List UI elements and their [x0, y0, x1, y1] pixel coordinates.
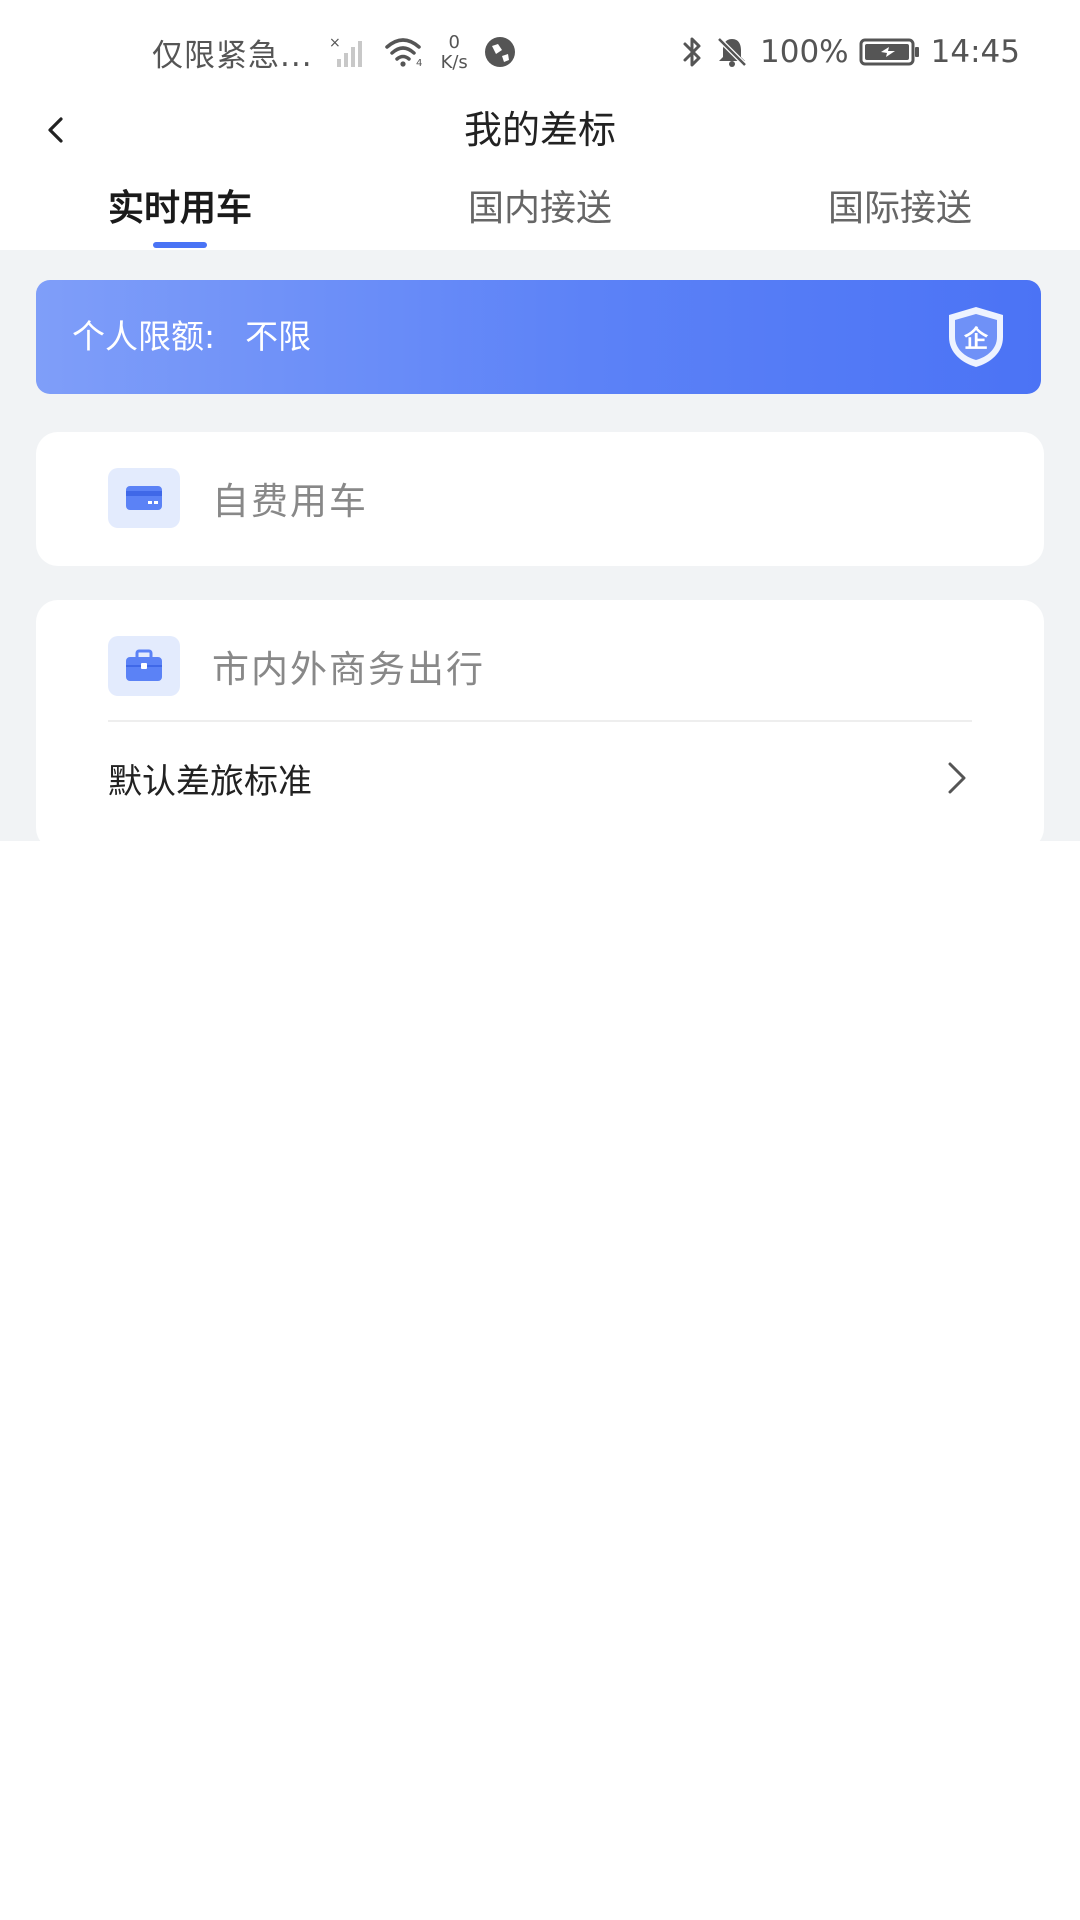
chevron-left-icon	[48, 117, 63, 143]
net-speed-value: 0	[448, 32, 460, 53]
self-pay-card[interactable]: 自费用车	[36, 432, 1044, 566]
status-bar-right: 100% 14:45	[680, 28, 1020, 76]
credit-card-icon	[108, 468, 180, 528]
tab-domestic-transfer[interactable]: 国内接送	[420, 178, 660, 240]
self-pay-card-head: 自费用车	[108, 468, 368, 528]
personal-limit-text: 个人限额: 不限	[72, 280, 311, 394]
personal-limit-value: 不限	[245, 317, 312, 356]
battery-percent: 100%	[760, 34, 849, 70]
business-travel-title: 市内外商务出行	[212, 648, 485, 691]
tab-international-transfer[interactable]: 国际接送	[780, 178, 1020, 240]
nav-bar: 我的差标	[0, 100, 1080, 160]
carrier-text: 仅限紧急...	[152, 37, 313, 74]
wifi-icon: 4	[383, 35, 427, 69]
active-tab-indicator	[153, 242, 207, 248]
svg-text:4: 4	[416, 58, 422, 69]
briefcase-icon	[108, 636, 180, 696]
content-area: 个人限额: 不限 企 自费用车 市内外商务出行 默认差旅标准	[0, 250, 1080, 850]
tab-realtime[interactable]: 实时用车	[60, 178, 300, 240]
cellular-signal-icon: ×	[327, 35, 369, 69]
personal-limit-label: 个人限额:	[72, 317, 216, 356]
status-bar-left: 仅限紧急... × 4 0 K/s	[152, 28, 518, 76]
back-button[interactable]	[28, 102, 84, 158]
default-travel-standard-row[interactable]: 默认差旅标准	[108, 726, 972, 830]
chevron-right-icon	[942, 756, 972, 800]
self-pay-title: 自费用车	[212, 480, 368, 523]
card-divider	[108, 720, 972, 722]
personal-limit-banner: 个人限额: 不限 企	[36, 280, 1041, 394]
default-travel-standard-label: 默认差旅标准	[108, 761, 312, 802]
business-travel-card-head: 市内外商务出行	[108, 636, 485, 696]
svg-text:×: ×	[329, 35, 341, 51]
bluetooth-icon	[680, 34, 704, 70]
tab-bar: 实时用车 国内接送 国际接送	[0, 178, 1080, 250]
net-speed-unit: K/s	[440, 52, 468, 73]
clock-time: 14:45	[930, 34, 1020, 70]
net-speed: 0 K/s	[441, 33, 468, 73]
business-travel-card: 市内外商务出行 默认差旅标准	[36, 600, 1044, 850]
battery-charging-icon	[859, 37, 921, 67]
enterprise-shield-icon: 企	[945, 305, 1007, 369]
mute-bell-icon	[714, 34, 750, 70]
page-title: 我的差标	[463, 108, 616, 152]
status-bar: 仅限紧急... × 4 0 K/s 100% 14:45	[0, 0, 1080, 104]
vpn-globe-icon	[482, 34, 518, 70]
enterprise-badge-text: 企	[964, 325, 989, 353]
